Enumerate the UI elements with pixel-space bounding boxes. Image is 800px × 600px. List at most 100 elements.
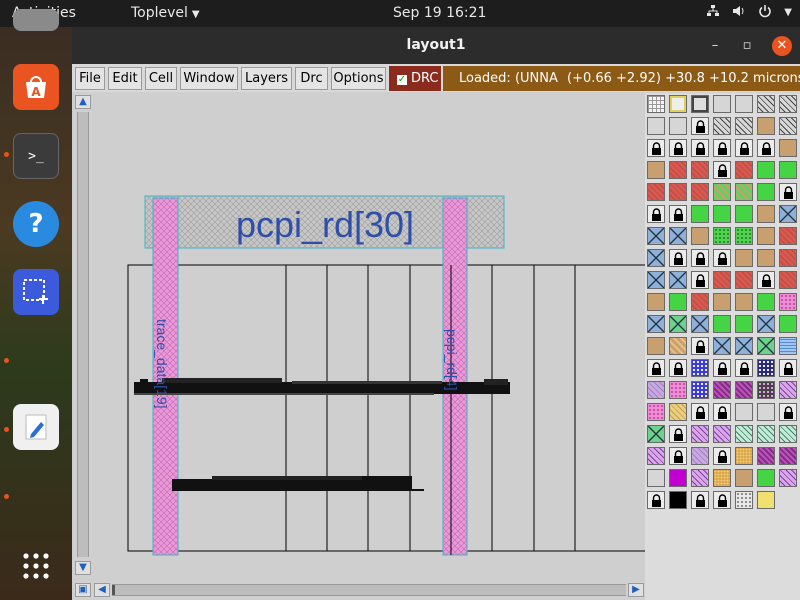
- clock[interactable]: Sep 19 16:21: [393, 5, 486, 21]
- locked-layer-tile[interactable]: [691, 337, 709, 355]
- layer-tile-bluex[interactable]: [757, 315, 775, 333]
- layer-tile-pink[interactable]: [669, 381, 687, 399]
- locked-layer-tile[interactable]: [669, 425, 687, 443]
- layer-tile-violet[interactable]: [691, 425, 709, 443]
- layer-tile-tan[interactable]: [647, 337, 665, 355]
- show-apps-icon[interactable]: [13, 543, 59, 589]
- layer-tile-ltgray[interactable]: [713, 95, 731, 113]
- layer-tile-tan[interactable]: [691, 227, 709, 245]
- app-menu[interactable]: Toplevel ▼: [131, 5, 200, 21]
- locked-layer-tile[interactable]: [779, 183, 797, 201]
- text-editor-icon[interactable]: [13, 404, 59, 450]
- layer-tile-tan[interactable]: [757, 205, 775, 223]
- layer-tile-tan[interactable]: [757, 117, 775, 135]
- locked-layer-tile[interactable]: [647, 139, 665, 157]
- minimize-button[interactable]: –: [705, 36, 725, 56]
- locked-layer-tile[interactable]: [669, 249, 687, 267]
- layer-tile-yellow[interactable]: [757, 491, 775, 509]
- scroll-down-icon[interactable]: ▼: [75, 561, 91, 575]
- layer-tile-bluex[interactable]: [691, 315, 709, 333]
- locked-layer-tile[interactable]: [691, 117, 709, 135]
- layer-tile-red[interactable]: [713, 271, 731, 289]
- locked-layer-tile[interactable]: [735, 139, 753, 157]
- layer-tile-green[interactable]: [757, 161, 775, 179]
- layer-tile-green[interactable]: [735, 205, 753, 223]
- layer-tile-red[interactable]: [691, 293, 709, 311]
- layer-tile-green[interactable]: [713, 205, 731, 223]
- locked-layer-tile[interactable]: [713, 359, 731, 377]
- layer-tile-green[interactable]: [757, 293, 775, 311]
- layer-tile-tan[interactable]: [735, 293, 753, 311]
- menu-layers[interactable]: Layers: [241, 67, 292, 90]
- layer-tile-purple[interactable]: [713, 381, 731, 399]
- layer-tile-hatch[interactable]: [779, 95, 797, 113]
- layer-tile-green[interactable]: [713, 315, 731, 333]
- zoom-box-icon[interactable]: ▣: [75, 583, 91, 597]
- layer-tile-red[interactable]: [691, 161, 709, 179]
- layer-tile-hatch[interactable]: [735, 117, 753, 135]
- layer-tile-blue[interactable]: [691, 381, 709, 399]
- layer-tile-gold[interactable]: [713, 469, 731, 487]
- layer-tile-red[interactable]: [647, 183, 665, 201]
- locked-layer-tile[interactable]: [691, 139, 709, 157]
- layer-tile-tan[interactable]: [647, 293, 665, 311]
- layer-tile-bluex[interactable]: [647, 315, 665, 333]
- layer-tile-ltgray[interactable]: [735, 403, 753, 421]
- locked-layer-tile[interactable]: [779, 359, 797, 377]
- menu-file[interactable]: File: [75, 67, 105, 90]
- layer-tile-pink[interactable]: [779, 293, 797, 311]
- locked-layer-tile[interactable]: [691, 403, 709, 421]
- locked-layer-tile[interactable]: [647, 205, 665, 223]
- locked-layer-tile[interactable]: [779, 403, 797, 421]
- layer-tile-violet[interactable]: [713, 425, 731, 443]
- layer-tile-green[interactable]: [757, 469, 775, 487]
- layer-tile-greendot[interactable]: [735, 227, 753, 245]
- layer-tile-lilac[interactable]: [691, 447, 709, 465]
- close-button[interactable]: ✕: [772, 36, 792, 56]
- locked-layer-tile[interactable]: [691, 491, 709, 509]
- scroll-left-icon[interactable]: ◀: [94, 583, 110, 597]
- locked-layer-tile[interactable]: [713, 161, 731, 179]
- locked-layer-tile[interactable]: [691, 249, 709, 267]
- layer-tile-purple[interactable]: [779, 447, 797, 465]
- layer-tile-black[interactable]: [669, 491, 687, 509]
- locked-layer-tile[interactable]: [713, 403, 731, 421]
- layer-tile-bluewave[interactable]: [779, 337, 797, 355]
- layout-canvas[interactable]: pcpi_rd[30] trace_data[19] pcpi_rd[4]: [92, 93, 645, 581]
- scroll-right-icon[interactable]: ▶: [628, 583, 644, 597]
- layer-tile-red[interactable]: [735, 161, 753, 179]
- drc-toggle[interactable]: ✓ DRC: [389, 66, 441, 91]
- layer-tile-teal[interactable]: [779, 425, 797, 443]
- layer-tile-ltgray[interactable]: [647, 117, 665, 135]
- layer-tile-violet[interactable]: [779, 469, 797, 487]
- layer-tile-violet[interactable]: [647, 447, 665, 465]
- layer-tile-greenx[interactable]: [647, 425, 665, 443]
- layout-drawing[interactable]: pcpi_rd[30] trace_data[19] pcpi_rd[4]: [92, 93, 645, 581]
- layer-tile-green[interactable]: [669, 293, 687, 311]
- layer-tile-gold[interactable]: [735, 447, 753, 465]
- layer-tile-ltgray[interactable]: [735, 95, 753, 113]
- layer-tile-bluex[interactable]: [779, 205, 797, 223]
- layer-tile-red[interactable]: [779, 271, 797, 289]
- locked-layer-tile[interactable]: [669, 359, 687, 377]
- layer-tile-bluedot[interactable]: [757, 359, 775, 377]
- layer-tile-tan[interactable]: [735, 469, 753, 487]
- layer-tile-ltgray[interactable]: [647, 469, 665, 487]
- window-titlebar[interactable]: layout1 – ▫ ✕: [72, 27, 800, 64]
- layer-tile-lilac[interactable]: [647, 381, 665, 399]
- locked-layer-tile[interactable]: [713, 447, 731, 465]
- layer-tile-yellowhatch[interactable]: [669, 403, 687, 421]
- layer-tile-ltgray[interactable]: [669, 117, 687, 135]
- menu-options[interactable]: Options: [331, 67, 386, 90]
- horizontal-scroll-thumb[interactable]: [112, 585, 115, 595]
- layer-tile-hatch[interactable]: [713, 117, 731, 135]
- locked-layer-tile[interactable]: [669, 205, 687, 223]
- terminal-icon[interactable]: >_: [13, 133, 59, 179]
- layer-tile-grid[interactable]: [647, 95, 665, 113]
- horizontal-scroll-track[interactable]: [112, 584, 626, 596]
- locked-layer-tile[interactable]: [669, 139, 687, 157]
- layer-tile-hatch[interactable]: [757, 95, 775, 113]
- layer-tile-magenta[interactable]: [669, 469, 687, 487]
- layer-tile-bluex[interactable]: [647, 227, 665, 245]
- locked-layer-tile[interactable]: [691, 271, 709, 289]
